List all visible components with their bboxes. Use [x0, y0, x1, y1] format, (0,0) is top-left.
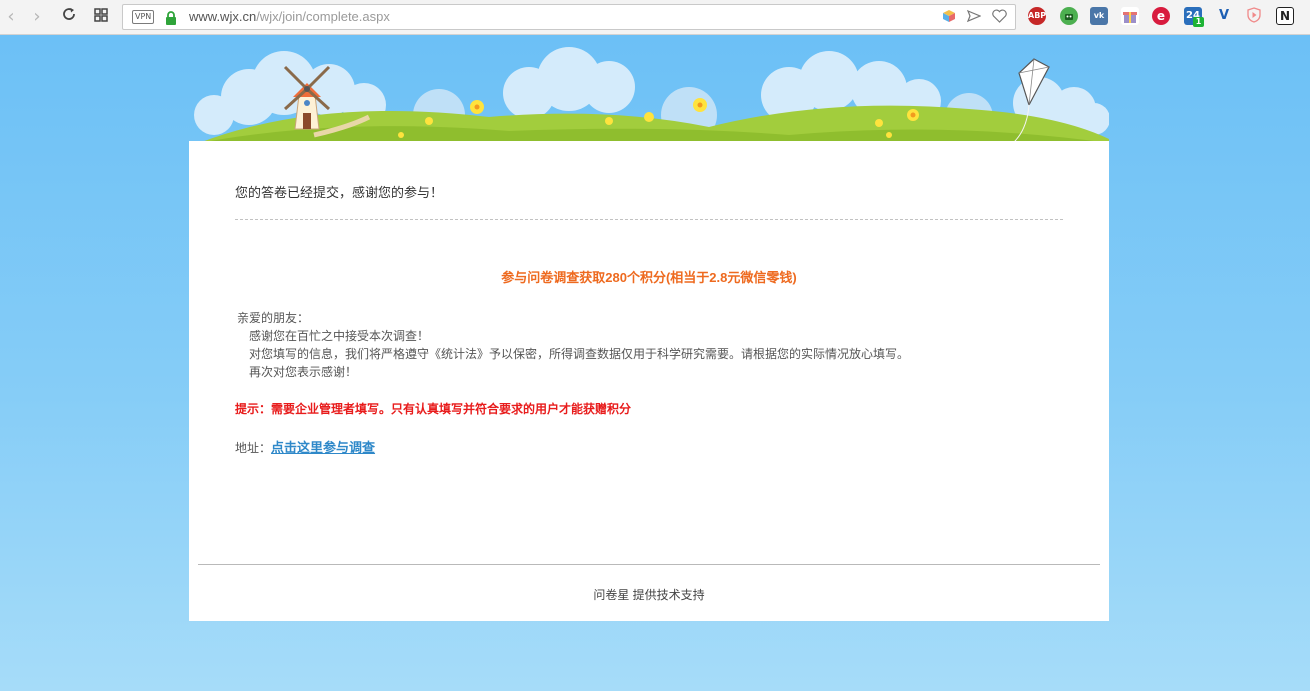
gift-extension-icon[interactable] — [1121, 7, 1139, 25]
footer-divider — [198, 564, 1100, 565]
url-path: /wjx/join/complete.aspx — [256, 9, 390, 24]
content-card: 您的答卷已经提交，感谢您的参与！ 参与问卷调查获取280个积分(相当于2.8元微… — [189, 141, 1109, 621]
footer-credit: 问卷星 提供技术支持 — [593, 588, 705, 602]
reward-headline: 参与问卷调查获取280个积分(相当于2.8元微信零钱) — [501, 270, 797, 285]
grid-icon[interactable] — [90, 6, 112, 28]
survey-link[interactable]: 点击这里参与调查 — [271, 440, 375, 455]
url-host: www.wjx.cn — [189, 9, 257, 24]
url-text[interactable]: www.wjx.cn/wjx/join/complete.aspx — [189, 9, 390, 24]
thanks-message: 您的答卷已经提交，感谢您的参与！ — [235, 185, 444, 200]
e-extension-icon[interactable]: e — [1152, 7, 1170, 25]
vk-extension-icon[interactable]: vk — [1090, 7, 1108, 25]
landscape-banner — [194, 47, 1109, 143]
lock-icon — [165, 10, 177, 29]
cube-icon[interactable] — [942, 9, 956, 27]
requirement-tip: 提示：需要企业管理者填写。只有认真填写并符合要求的用户才能获赠积分 — [235, 402, 632, 416]
send-icon[interactable] — [966, 9, 982, 27]
back-icon[interactable]: ‹ — [0, 6, 22, 28]
letter-greeting: 亲爱的朋友： — [237, 311, 310, 325]
letter-line: 对您填写的信息，我们将严格遵守《统计法》予以保密，所得调查数据仅用于科学研究需要… — [249, 347, 910, 361]
shield-extension-icon[interactable] — [1245, 7, 1263, 25]
address-label: 地址： — [235, 441, 272, 455]
address-bar[interactable]: VPN www.wjx.cn/wjx/join/complete.aspx — [122, 4, 1016, 30]
24-extension-icon[interactable]: 24 1 — [1184, 7, 1204, 27]
n-extension-icon[interactable]: N — [1276, 7, 1294, 25]
reload-icon[interactable] — [58, 6, 80, 28]
vpn-badge[interactable]: VPN — [132, 10, 155, 24]
android-extension-icon[interactable] — [1060, 7, 1078, 25]
extension-badge: 1 — [1193, 17, 1204, 27]
heart-icon[interactable] — [992, 9, 1007, 27]
forward-icon[interactable]: › — [26, 6, 48, 28]
v-extension-icon[interactable]: V — [1215, 7, 1233, 25]
browser-toolbar: ‹ › VPN www.wjx.cn/wjx/join/complete.asp… — [0, 0, 1310, 35]
letter-line: 感谢您在百忙之中接受本次调查！ — [249, 329, 430, 343]
adblock-plus-icon[interactable]: ABP — [1028, 7, 1046, 25]
dashed-divider — [235, 219, 1063, 220]
address-row: 地址：点击这里参与调查 — [235, 437, 375, 456]
letter-line: 再次对您表示感谢！ — [249, 365, 358, 379]
letter-text: 亲爱的朋友： 感谢您在百忙之中接受本次调查！ 对您填写的信息，我们将严格遵守《统… — [237, 309, 909, 381]
